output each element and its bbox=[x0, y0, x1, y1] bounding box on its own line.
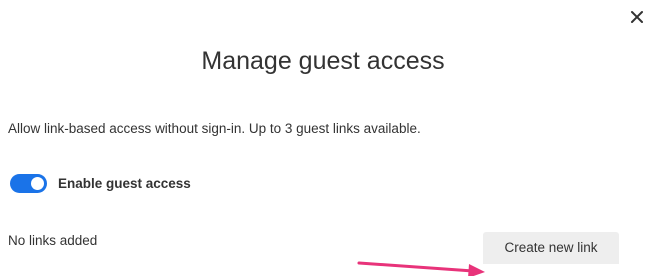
close-button[interactable] bbox=[627, 7, 646, 27]
guest-access-toggle-row: Enable guest access bbox=[10, 173, 191, 193]
guest-access-toggle[interactable] bbox=[10, 173, 47, 193]
guest-access-toggle-label: Enable guest access bbox=[58, 175, 191, 191]
close-icon bbox=[631, 11, 643, 23]
dialog-description: Allow link-based access without sign-in.… bbox=[8, 121, 421, 136]
toggle-knob bbox=[31, 176, 44, 190]
dialog-title: Manage guest access bbox=[201, 47, 445, 75]
create-new-link-button[interactable]: Create new link bbox=[483, 232, 619, 264]
no-links-text: No links added bbox=[8, 233, 98, 248]
